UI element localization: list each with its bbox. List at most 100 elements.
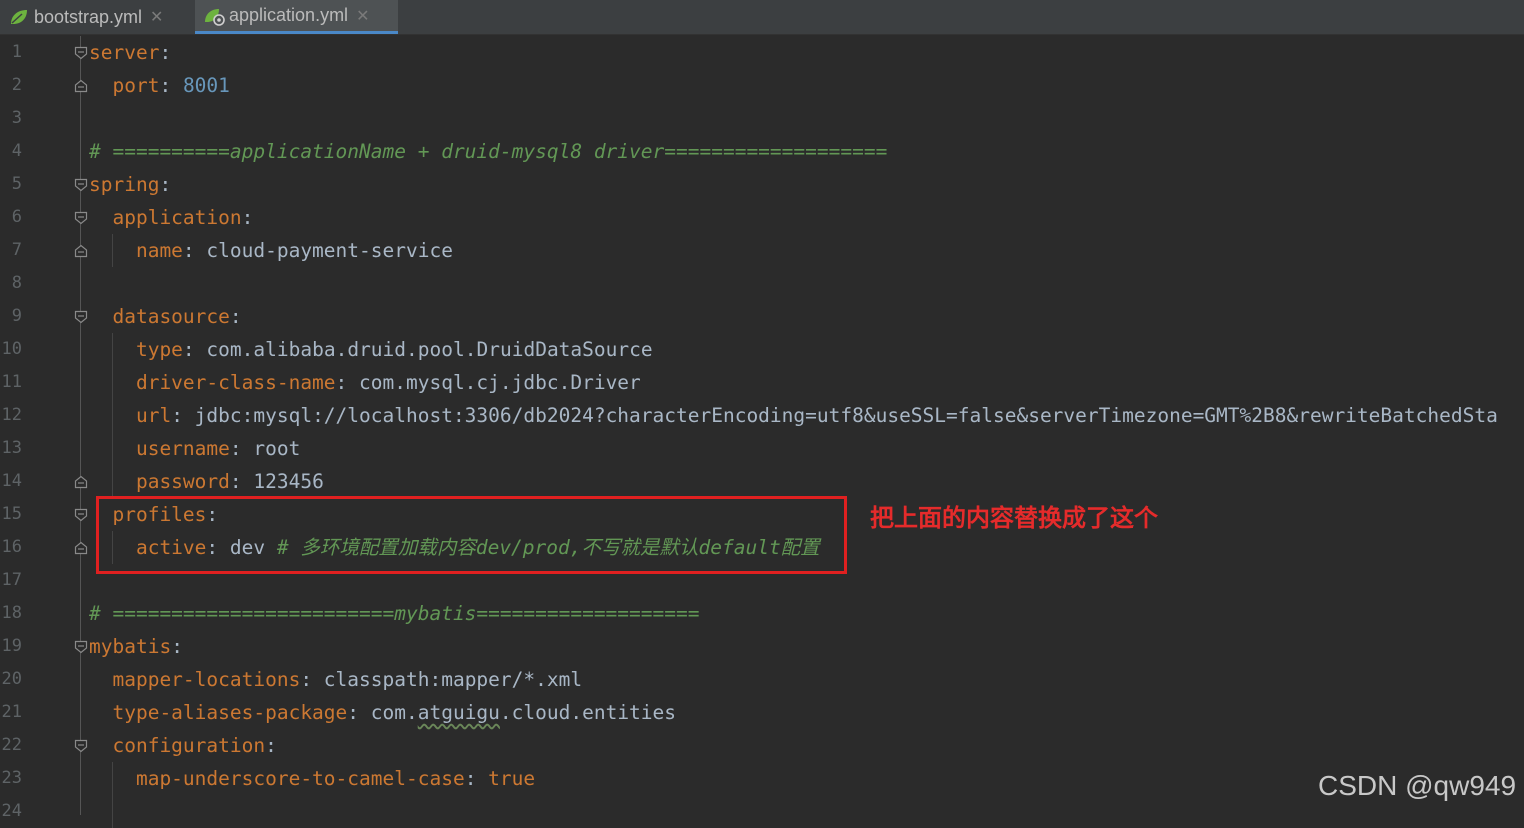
code-line[interactable]: 10 type: com.alibaba.druid.pool.DruidDat… [0, 333, 1524, 366]
line-number: 18 [1, 603, 22, 623]
line-number: 1 [11, 42, 22, 62]
code-line[interactable]: 3 [0, 102, 1524, 135]
fold-open-icon[interactable] [74, 309, 88, 324]
code-token: druid [347, 338, 407, 361]
code-line[interactable]: 19 mybatis: [0, 630, 1524, 663]
line-number: 20 [1, 669, 22, 689]
code-text: type: com.alibaba.druid.pool.DruidDataSo… [89, 333, 653, 366]
code-line[interactable]: 21 type-aliases-package: com.atguigu.clo… [0, 696, 1524, 729]
code-token: # ==========applicationName + druid-mysq… [89, 140, 888, 163]
code-text: configuration: [89, 729, 276, 762]
code-token: .cloud.entities [499, 701, 677, 724]
code-line[interactable]: 8 [0, 267, 1524, 300]
code-text: mapper-locations: classpath:mapper/*.xml [89, 663, 582, 696]
code-line[interactable]: 6 application: [0, 201, 1524, 234]
code-token: : com.mysql.cj.jdbc.Driver [335, 371, 641, 394]
code-text: server: [89, 36, 171, 69]
line-number: 15 [1, 504, 22, 524]
code-token: 8001 [182, 74, 230, 97]
code-token: mybatis [89, 635, 172, 658]
fold-end-icon[interactable] [74, 243, 88, 258]
code-token: map-underscore-to-camel-case [89, 767, 465, 790]
tab-label: application.yml [229, 5, 349, 25]
fold-open-icon[interactable] [74, 507, 88, 522]
code-token: type [89, 338, 183, 361]
code-token: . [406, 338, 418, 361]
code-token: DruidDataSource [476, 338, 653, 361]
fold-open-icon[interactable] [74, 210, 88, 225]
code-line[interactable]: 7 name: cloud-payment-service [0, 234, 1524, 267]
indent-guide [112, 762, 113, 828]
code-token: mapper-locations [89, 668, 301, 691]
code-token: com [206, 338, 242, 361]
fold-open-icon[interactable] [74, 177, 88, 192]
code-line[interactable]: 22 configuration: [0, 729, 1524, 762]
code-line[interactable]: 13 username: root [0, 432, 1524, 465]
line-number: 2 [11, 75, 22, 95]
code-line[interactable]: 5 spring: [0, 168, 1524, 201]
code-line[interactable]: 1 server: [0, 36, 1524, 69]
code-line[interactable]: 12 url: jdbc:mysql://localhost:3306/db20… [0, 399, 1524, 432]
code-token: atguigu [417, 701, 500, 724]
line-number: 12 [1, 405, 22, 425]
code-line[interactable]: 20 mapper-locations: classpath:mapper/*.… [0, 663, 1524, 696]
code-token: : [241, 206, 254, 229]
fold-end-icon[interactable] [74, 540, 88, 555]
fold-open-icon[interactable] [74, 45, 88, 60]
line-number: 9 [11, 306, 22, 326]
line-number: 19 [1, 636, 22, 656]
code-line[interactable]: 9 datasource: [0, 300, 1524, 333]
code-token: username [89, 437, 230, 460]
line-number: 17 [1, 570, 22, 590]
code-token: datasource [89, 305, 230, 328]
code-token: : 123456 [229, 470, 324, 493]
editor-tab-bar: bootstrap.yml ✕ application.yml ✕ [0, 0, 1524, 35]
fold-end-icon[interactable] [74, 78, 88, 93]
fold-open-icon[interactable] [74, 738, 88, 753]
line-number: 8 [11, 273, 22, 293]
code-token: application [89, 206, 242, 229]
code-line[interactable]: 4 # ==========applicationName + druid-mys… [0, 135, 1524, 168]
code-text: # ========================mybatis=======… [89, 597, 699, 630]
code-text: application: [89, 201, 253, 234]
close-icon[interactable]: ✕ [356, 6, 369, 26]
line-number: 24 [1, 801, 22, 821]
line-number: 16 [1, 537, 22, 557]
tab-application-yml[interactable]: application.yml ✕ [195, 0, 398, 34]
line-number: 10 [1, 339, 22, 359]
annotation-text: 把上面的内容替换成了这个 [870, 504, 1158, 532]
code-token: : [182, 338, 207, 361]
line-number: 21 [1, 702, 22, 722]
code-text: port: 8001 [89, 69, 230, 102]
tab-bootstrap-yml[interactable]: bootstrap.yml ✕ [0, 0, 190, 34]
code-token: : classpath:mapper/*.xml [300, 668, 583, 691]
code-line[interactable]: 23 map-underscore-to-camel-case: true [0, 762, 1524, 795]
code-line[interactable]: 11 driver-class-name: com.mysql.cj.jdbc.… [0, 366, 1524, 399]
line-number: 6 [11, 207, 22, 227]
code-line[interactable]: 14 password: 123456 [0, 465, 1524, 498]
tab-label: bootstrap.yml [34, 6, 143, 27]
code-token: true [488, 767, 536, 790]
code-text: url: jdbc:mysql://localhost:3306/db2024?… [89, 399, 1498, 432]
fold-end-icon[interactable] [74, 474, 88, 489]
code-text: mybatis: [89, 630, 183, 663]
code-token: . [464, 338, 477, 361]
code-line[interactable]: 24 [0, 795, 1524, 828]
fold-open-icon[interactable] [74, 639, 88, 654]
code-text: name: cloud-payment-service [89, 234, 453, 267]
code-token: : com. [347, 701, 418, 724]
code-line[interactable]: 18 # ========================mybatis=====… [0, 597, 1524, 630]
code-token: : root [229, 437, 301, 460]
close-icon[interactable]: ✕ [150, 7, 163, 27]
line-number: 7 [11, 240, 22, 260]
code-text: # ==========applicationName + druid-mysq… [89, 135, 887, 168]
code-line[interactable]: 2 port: 8001 [0, 69, 1524, 102]
line-number: 4 [11, 141, 22, 161]
code-token: : [464, 767, 489, 790]
spring-config-icon [203, 6, 225, 26]
code-text: username: root [89, 432, 300, 465]
code-text: spring: [89, 168, 171, 201]
line-number: 5 [11, 174, 22, 194]
code-text: datasource: [89, 300, 241, 333]
code-token: : [171, 635, 183, 658]
